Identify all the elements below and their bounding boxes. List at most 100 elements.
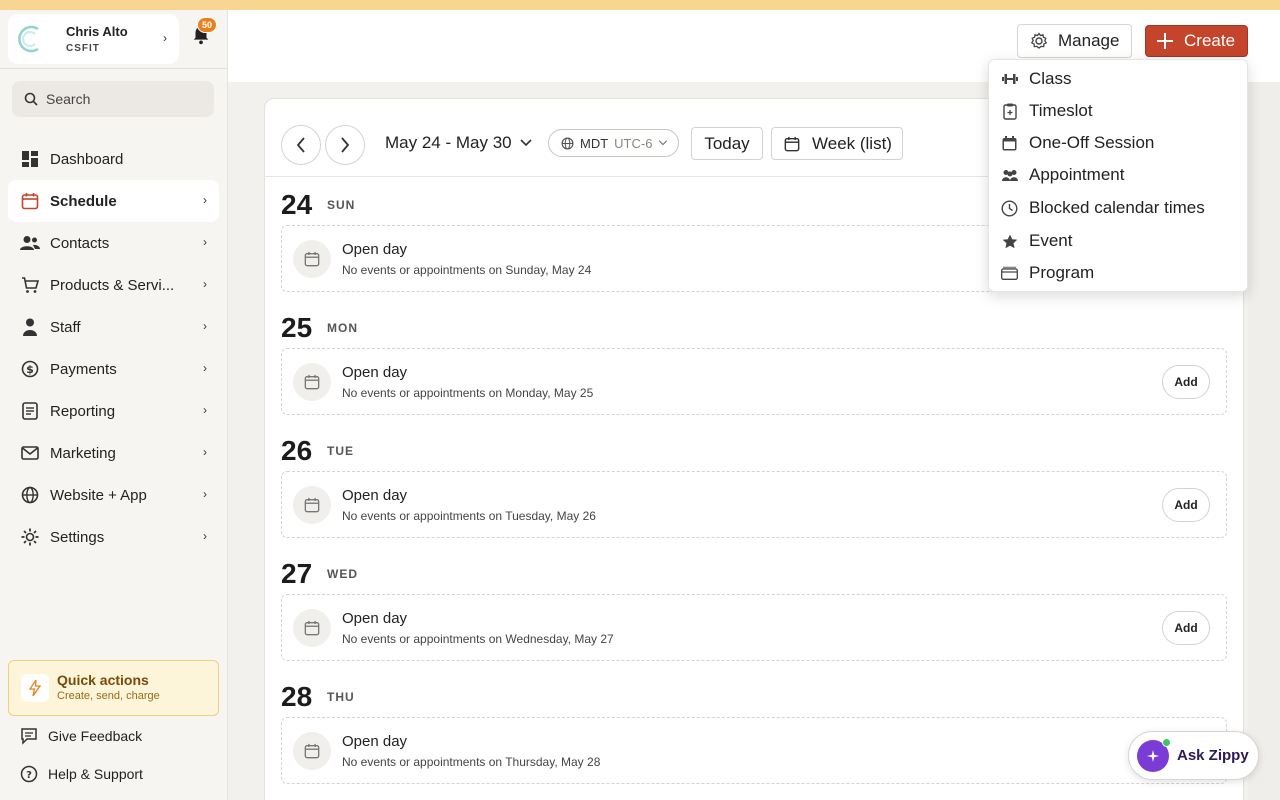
utc-offset-label: UTC-6 bbox=[614, 135, 653, 151]
sidebar-item-products[interactable]: Products & Servi... › bbox=[8, 264, 219, 306]
chevron-right-icon: › bbox=[203, 529, 207, 543]
quick-actions-button[interactable]: Quick actions Create, send, charge bbox=[8, 660, 219, 716]
calendar-filled-icon bbox=[1001, 135, 1018, 152]
calendar-icon bbox=[293, 609, 331, 647]
account-switcher[interactable]: Chris Alto CSFIT › bbox=[8, 14, 179, 64]
menu-item-blocked-calendar-times[interactable]: Blocked calendar times bbox=[989, 192, 1249, 224]
timezone-selector[interactable]: MDT UTC-6 bbox=[548, 129, 679, 157]
search-input[interactable]: Search bbox=[12, 81, 214, 117]
day-slot-description: No events or appointments on Wednesday, … bbox=[342, 632, 614, 646]
ask-zippy-button[interactable]: Ask Zippy bbox=[1128, 731, 1259, 780]
chevron-left-icon bbox=[296, 137, 305, 153]
menu-item-class[interactable]: Class bbox=[989, 63, 1249, 95]
menu-item-event[interactable]: Event bbox=[989, 225, 1249, 257]
chevron-right-icon: › bbox=[203, 361, 207, 375]
sidebar-item-dashboard[interactable]: Dashboard bbox=[8, 138, 219, 180]
menu-item-program[interactable]: Program bbox=[989, 257, 1249, 289]
sidebar-item-schedule[interactable]: Schedule › bbox=[8, 180, 219, 222]
day-slot-description: No events or appointments on Monday, May… bbox=[342, 386, 594, 400]
calendar-icon bbox=[293, 240, 331, 278]
previous-week-button[interactable] bbox=[281, 125, 321, 165]
day-slot: Open day No events or appointments on We… bbox=[281, 594, 1227, 661]
quick-actions-title: Quick actions bbox=[57, 672, 149, 688]
day-number: 25 bbox=[281, 312, 313, 343]
day-name: WED bbox=[327, 567, 358, 581]
sidebar-item-label: Website + App bbox=[50, 486, 147, 504]
day-slot-description: No events or appointments on Tuesday, Ma… bbox=[342, 509, 596, 523]
create-button[interactable]: Create bbox=[1145, 25, 1248, 57]
timezone-label: MDT bbox=[580, 135, 609, 151]
feedback-icon bbox=[21, 728, 37, 745]
day-slot-title: Open day bbox=[342, 610, 408, 627]
mail-icon bbox=[20, 443, 40, 463]
view-selector[interactable]: Week (list) bbox=[771, 127, 903, 160]
calendar-icon bbox=[20, 191, 40, 211]
help-support-link[interactable]: ? Help & Support bbox=[20, 765, 143, 783]
chevron-right-icon bbox=[341, 137, 350, 153]
sidebar-item-settings[interactable]: Settings › bbox=[8, 516, 219, 558]
dashboard-icon bbox=[20, 149, 40, 169]
ask-zippy-label: Ask Zippy bbox=[1177, 747, 1249, 764]
day-name: TUE bbox=[327, 444, 354, 458]
menu-item-one-off-session[interactable]: One-Off Session bbox=[989, 127, 1249, 159]
sidebar-item-contacts[interactable]: Contacts › bbox=[8, 222, 219, 264]
sidebar-item-label: Contacts bbox=[50, 234, 110, 252]
calendar-icon bbox=[293, 363, 331, 401]
add-button[interactable]: Add bbox=[1162, 365, 1210, 399]
manage-button[interactable]: Manage bbox=[1017, 24, 1132, 58]
notification-badge: 50 bbox=[197, 17, 218, 33]
next-week-button[interactable] bbox=[325, 125, 365, 165]
chevron-right-icon: › bbox=[203, 403, 207, 417]
sidebar-item-label: Schedule bbox=[50, 192, 117, 210]
sidebar-item-website-app[interactable]: Website + App › bbox=[8, 474, 219, 516]
sidebar-item-label: Products & Servi... bbox=[50, 276, 175, 294]
top-banner-strip bbox=[0, 0, 1280, 10]
folder-icon bbox=[1001, 265, 1018, 282]
sidebar-item-staff[interactable]: Staff › bbox=[8, 306, 219, 348]
account-name: Chris Alto bbox=[66, 24, 128, 39]
chevron-right-icon: › bbox=[203, 235, 207, 249]
add-button[interactable]: Add bbox=[1162, 611, 1210, 645]
sidebar-item-payments[interactable]: $ Payments › bbox=[8, 348, 219, 390]
sidebar: Chris Alto CSFIT › 50 Search Dashboard S… bbox=[0, 10, 228, 800]
chevron-right-icon: › bbox=[163, 31, 167, 45]
day-slot: Open day No events or appointments on Tu… bbox=[281, 471, 1227, 538]
globe-icon bbox=[20, 485, 40, 505]
right-gutter bbox=[1248, 82, 1280, 800]
day-number: 26 bbox=[281, 435, 313, 466]
calendar-icon bbox=[293, 486, 331, 524]
day-slot: Open day No events or appointments on Mo… bbox=[281, 348, 1227, 415]
gear-icon bbox=[1030, 32, 1048, 49]
plus-icon bbox=[1157, 33, 1173, 49]
chevron-right-icon: › bbox=[203, 193, 207, 207]
day-slot-description: No events or appointments on Sunday, May… bbox=[342, 263, 592, 277]
today-button[interactable]: Today bbox=[691, 127, 763, 160]
give-feedback-label: Give Feedback bbox=[48, 728, 143, 744]
day-slot-description: No events or appointments on Thursday, M… bbox=[342, 755, 601, 769]
lightning-icon bbox=[21, 674, 49, 702]
give-feedback-link[interactable]: Give Feedback bbox=[20, 727, 142, 745]
report-icon bbox=[20, 401, 40, 421]
day-name: SUN bbox=[327, 198, 356, 212]
sidebar-item-label: Payments bbox=[50, 360, 117, 378]
date-range-label: May 24 - May 30 bbox=[385, 133, 512, 152]
sidebar-item-marketing[interactable]: Marketing › bbox=[8, 432, 219, 474]
sidebar-item-reporting[interactable]: Reporting › bbox=[8, 390, 219, 432]
day-name: MON bbox=[327, 321, 358, 335]
cart-icon bbox=[20, 275, 40, 295]
menu-item-label: One-Off Session bbox=[1029, 133, 1155, 152]
gear-icon bbox=[20, 527, 40, 547]
day-number: 24 bbox=[281, 189, 313, 220]
day-number: 27 bbox=[281, 558, 313, 589]
menu-item-timeslot[interactable]: Timeslot bbox=[989, 95, 1249, 127]
globe-icon bbox=[561, 137, 574, 149]
brand-logo-icon bbox=[18, 25, 39, 53]
person-icon bbox=[20, 317, 40, 337]
chevron-right-icon: › bbox=[203, 487, 207, 501]
account-org: CSFIT bbox=[66, 43, 100, 54]
add-button[interactable]: Add bbox=[1162, 488, 1210, 522]
menu-item-appointment[interactable]: Appointment bbox=[989, 159, 1249, 191]
chevron-right-icon: › bbox=[203, 445, 207, 459]
date-range-picker[interactable]: May 24 - May 30 bbox=[385, 133, 532, 153]
search-icon bbox=[24, 92, 38, 106]
